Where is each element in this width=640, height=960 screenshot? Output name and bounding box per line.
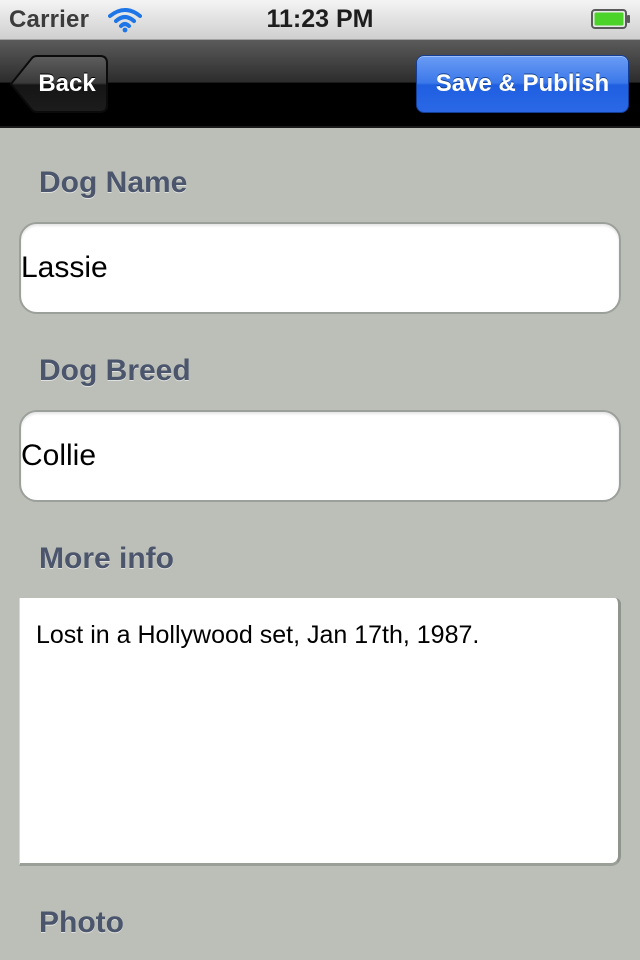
- dog-breed-field[interactable]: Collie: [19, 410, 621, 502]
- dog-breed-label: Dog Breed: [39, 354, 191, 387]
- battery-icon: [591, 9, 631, 29]
- dog-name-label: Dog Name: [39, 166, 188, 199]
- navigation-bar: Back Save & Publish: [0, 40, 640, 128]
- status-time: 11:23 PM: [266, 5, 374, 33]
- more-info-label: More info: [39, 542, 174, 575]
- status-bar: Carrier 11:23 PM: [0, 0, 640, 40]
- dog-name-field[interactable]: Lassie: [19, 222, 621, 314]
- more-info-textarea[interactable]: Lost in a Hollywood set, Jan 17th, 1987.: [19, 598, 621, 866]
- back-button-label: Back: [38, 70, 96, 97]
- photo-label: Photo: [39, 906, 124, 939]
- save-publish-button[interactable]: Save & Publish: [416, 55, 629, 113]
- back-button[interactable]: Back: [10, 55, 108, 113]
